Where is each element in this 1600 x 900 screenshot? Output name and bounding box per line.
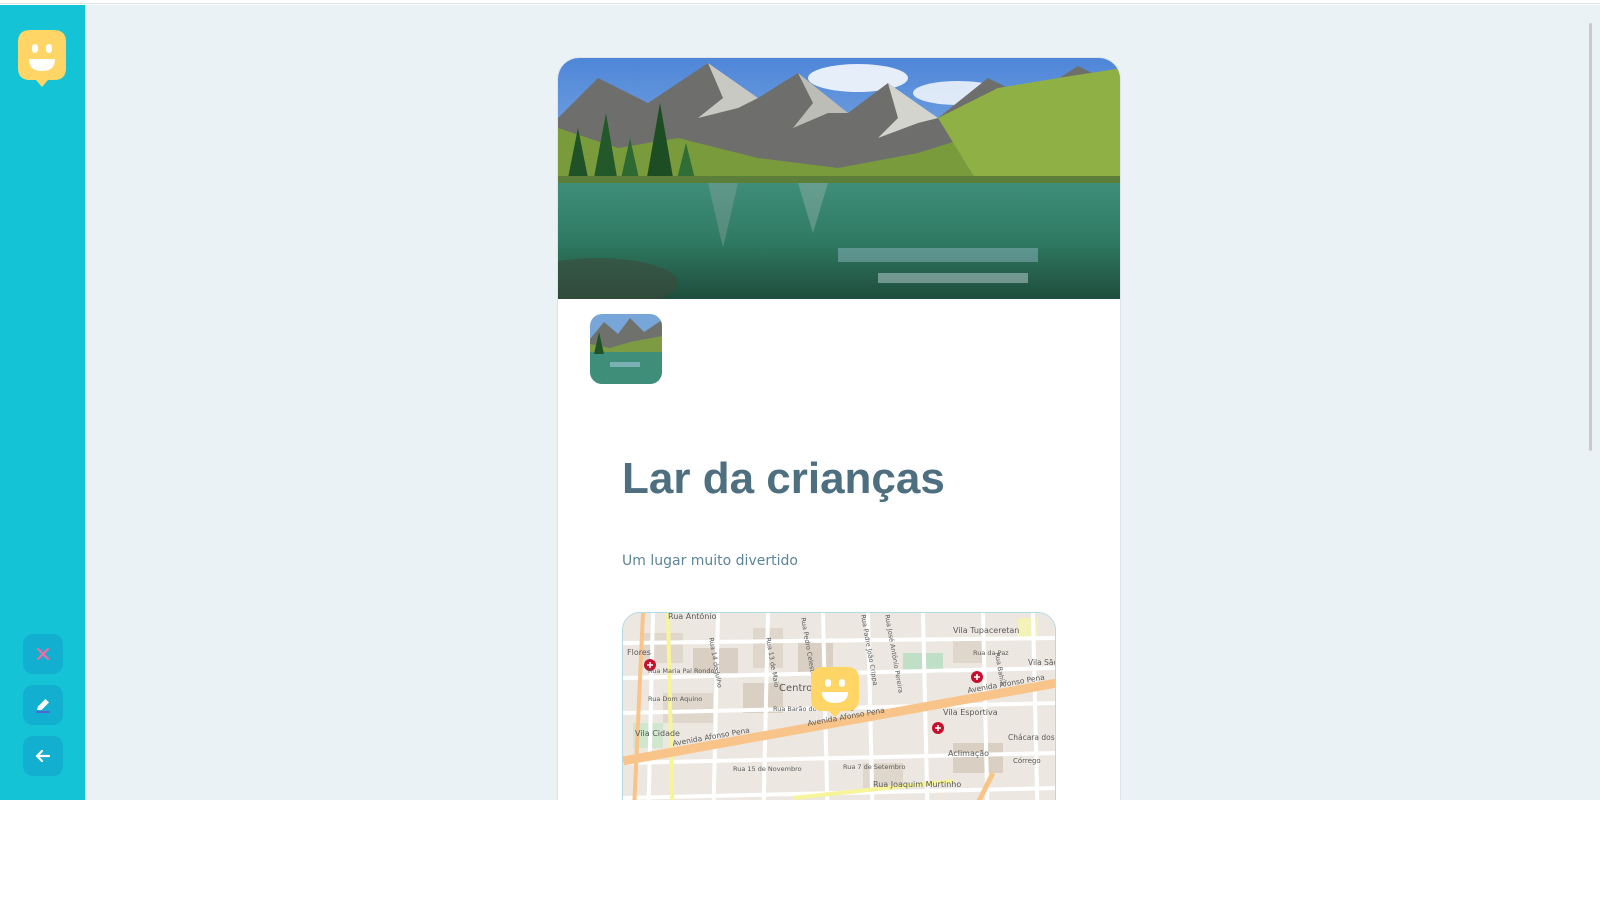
close-icon — [37, 648, 49, 660]
svg-text:Rua da Paz: Rua da Paz — [973, 649, 1009, 657]
location-map[interactable]: Rua Antônio Vila Tupaceretan Flores Rua … — [622, 612, 1056, 800]
orphanage-name: Lar da crianças — [622, 454, 945, 503]
svg-text:Rua 7 de Setembro: Rua 7 de Setembro — [843, 763, 905, 771]
svg-text:Vila Esportiva: Vila Esportiva — [943, 708, 998, 717]
svg-text:Aclimação: Aclimação — [948, 749, 989, 758]
orphanage-thumbnail-image[interactable] — [590, 314, 662, 384]
orphanage-about: Um lugar muito divertido — [622, 553, 798, 569]
browser-top-border — [0, 0, 1600, 4]
orphanage-details-card: Lar da crianças Um lugar muito divertido — [557, 57, 1121, 800]
page-scrollbar[interactable] — [1589, 23, 1592, 451]
svg-text:Vila Tupaceretan: Vila Tupaceretan — [953, 626, 1019, 635]
edit-button[interactable] — [23, 685, 63, 725]
arrow-left-icon — [35, 749, 51, 763]
app-container: Lar da crianças Um lugar muito divertido — [0, 5, 1600, 800]
svg-text:Vila São: Vila São — [1028, 658, 1056, 667]
svg-text:Flores: Flores — [627, 648, 651, 657]
cover-image — [558, 58, 1120, 308]
svg-text:Córrego: Córrego — [1013, 757, 1041, 765]
close-button[interactable] — [23, 634, 63, 674]
happy-face-marker-icon[interactable] — [811, 667, 859, 717]
back-button[interactable] — [23, 736, 63, 776]
happy-face-logo-icon — [18, 30, 66, 87]
svg-text:Centro: Centro — [779, 683, 812, 694]
svg-text:Rua Joaquim Murtinho: Rua Joaquim Murtinho — [873, 780, 961, 789]
svg-text:Rua 15 de Novembro: Rua 15 de Novembro — [733, 765, 802, 773]
svg-text:Vila Cidade: Vila Cidade — [635, 729, 680, 738]
svg-text:Rua Maria Pal Rondon: Rua Maria Pal Rondon — [648, 667, 719, 675]
svg-text:Rua Antônio: Rua Antônio — [668, 613, 717, 621]
sidebar — [0, 5, 85, 800]
svg-text:Rua Dom Aquino: Rua Dom Aquino — [648, 695, 702, 703]
svg-text:Chácara dos Coqueiros: Chácara dos Coqueiros — [1008, 733, 1056, 742]
pencil-icon — [36, 699, 50, 713]
